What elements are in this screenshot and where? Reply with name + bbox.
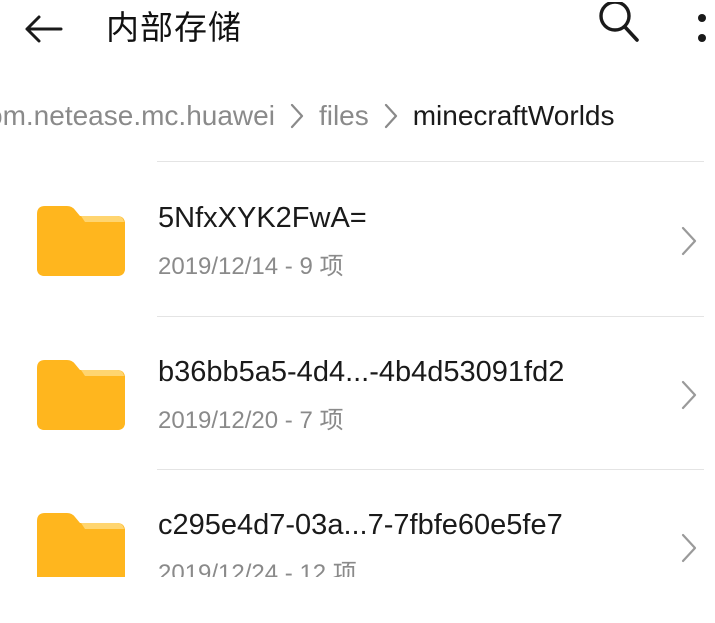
breadcrumb-separator: [275, 96, 319, 136]
back-button[interactable]: [18, 6, 68, 52]
folder-icon: [37, 513, 125, 583]
more-options-button[interactable]: [688, 2, 715, 62]
search-icon: [599, 2, 639, 42]
search-button[interactable]: [590, 2, 646, 52]
chevron-right-icon: [681, 226, 697, 256]
folder-icon: [37, 360, 125, 430]
breadcrumb-item[interactable]: files: [319, 100, 369, 132]
breadcrumb-item[interactable]: om.netease.mc.huawei: [0, 100, 275, 132]
chevron-right-icon: [681, 533, 697, 563]
chevron-right-icon: [384, 103, 397, 129]
file-name: b36bb5a5-4d4...-4b4d53091fd2: [158, 356, 565, 388]
folder-icon: [37, 206, 125, 276]
file-name: 5NfxXYK2FwA=: [158, 202, 367, 234]
list-item[interactable]: c295e4d7-03a...7-7fbfe60e5fe7 2019/12/24…: [0, 469, 715, 623]
breadcrumb-current[interactable]: minecraftWorlds: [413, 100, 615, 132]
screen-edge-mask: [0, 577, 715, 591]
file-meta: 2019/12/20 - 7 项: [158, 407, 344, 434]
chevron-right-icon: [681, 380, 697, 410]
more-vertical-icon: [697, 14, 706, 42]
list-item[interactable]: b36bb5a5-4d4...-4b4d53091fd2 2019/12/20 …: [0, 316, 715, 470]
breadcrumb-separator: [369, 96, 413, 136]
file-meta: 2019/12/14 - 9 项: [158, 253, 344, 280]
page-title: 内部存储: [106, 8, 242, 47]
breadcrumb: om.netease.mc.huawei files minecraftWorl…: [0, 96, 615, 136]
back-arrow-icon: [25, 15, 63, 43]
top-app-bar: 内部存储: [0, 0, 715, 62]
chevron-right-icon: [290, 103, 304, 129]
file-name: c295e4d7-03a...7-7fbfe60e5fe7: [158, 509, 563, 541]
list-item[interactable]: 5NfxXYK2FwA= 2019/12/14 - 9 项: [0, 162, 715, 316]
